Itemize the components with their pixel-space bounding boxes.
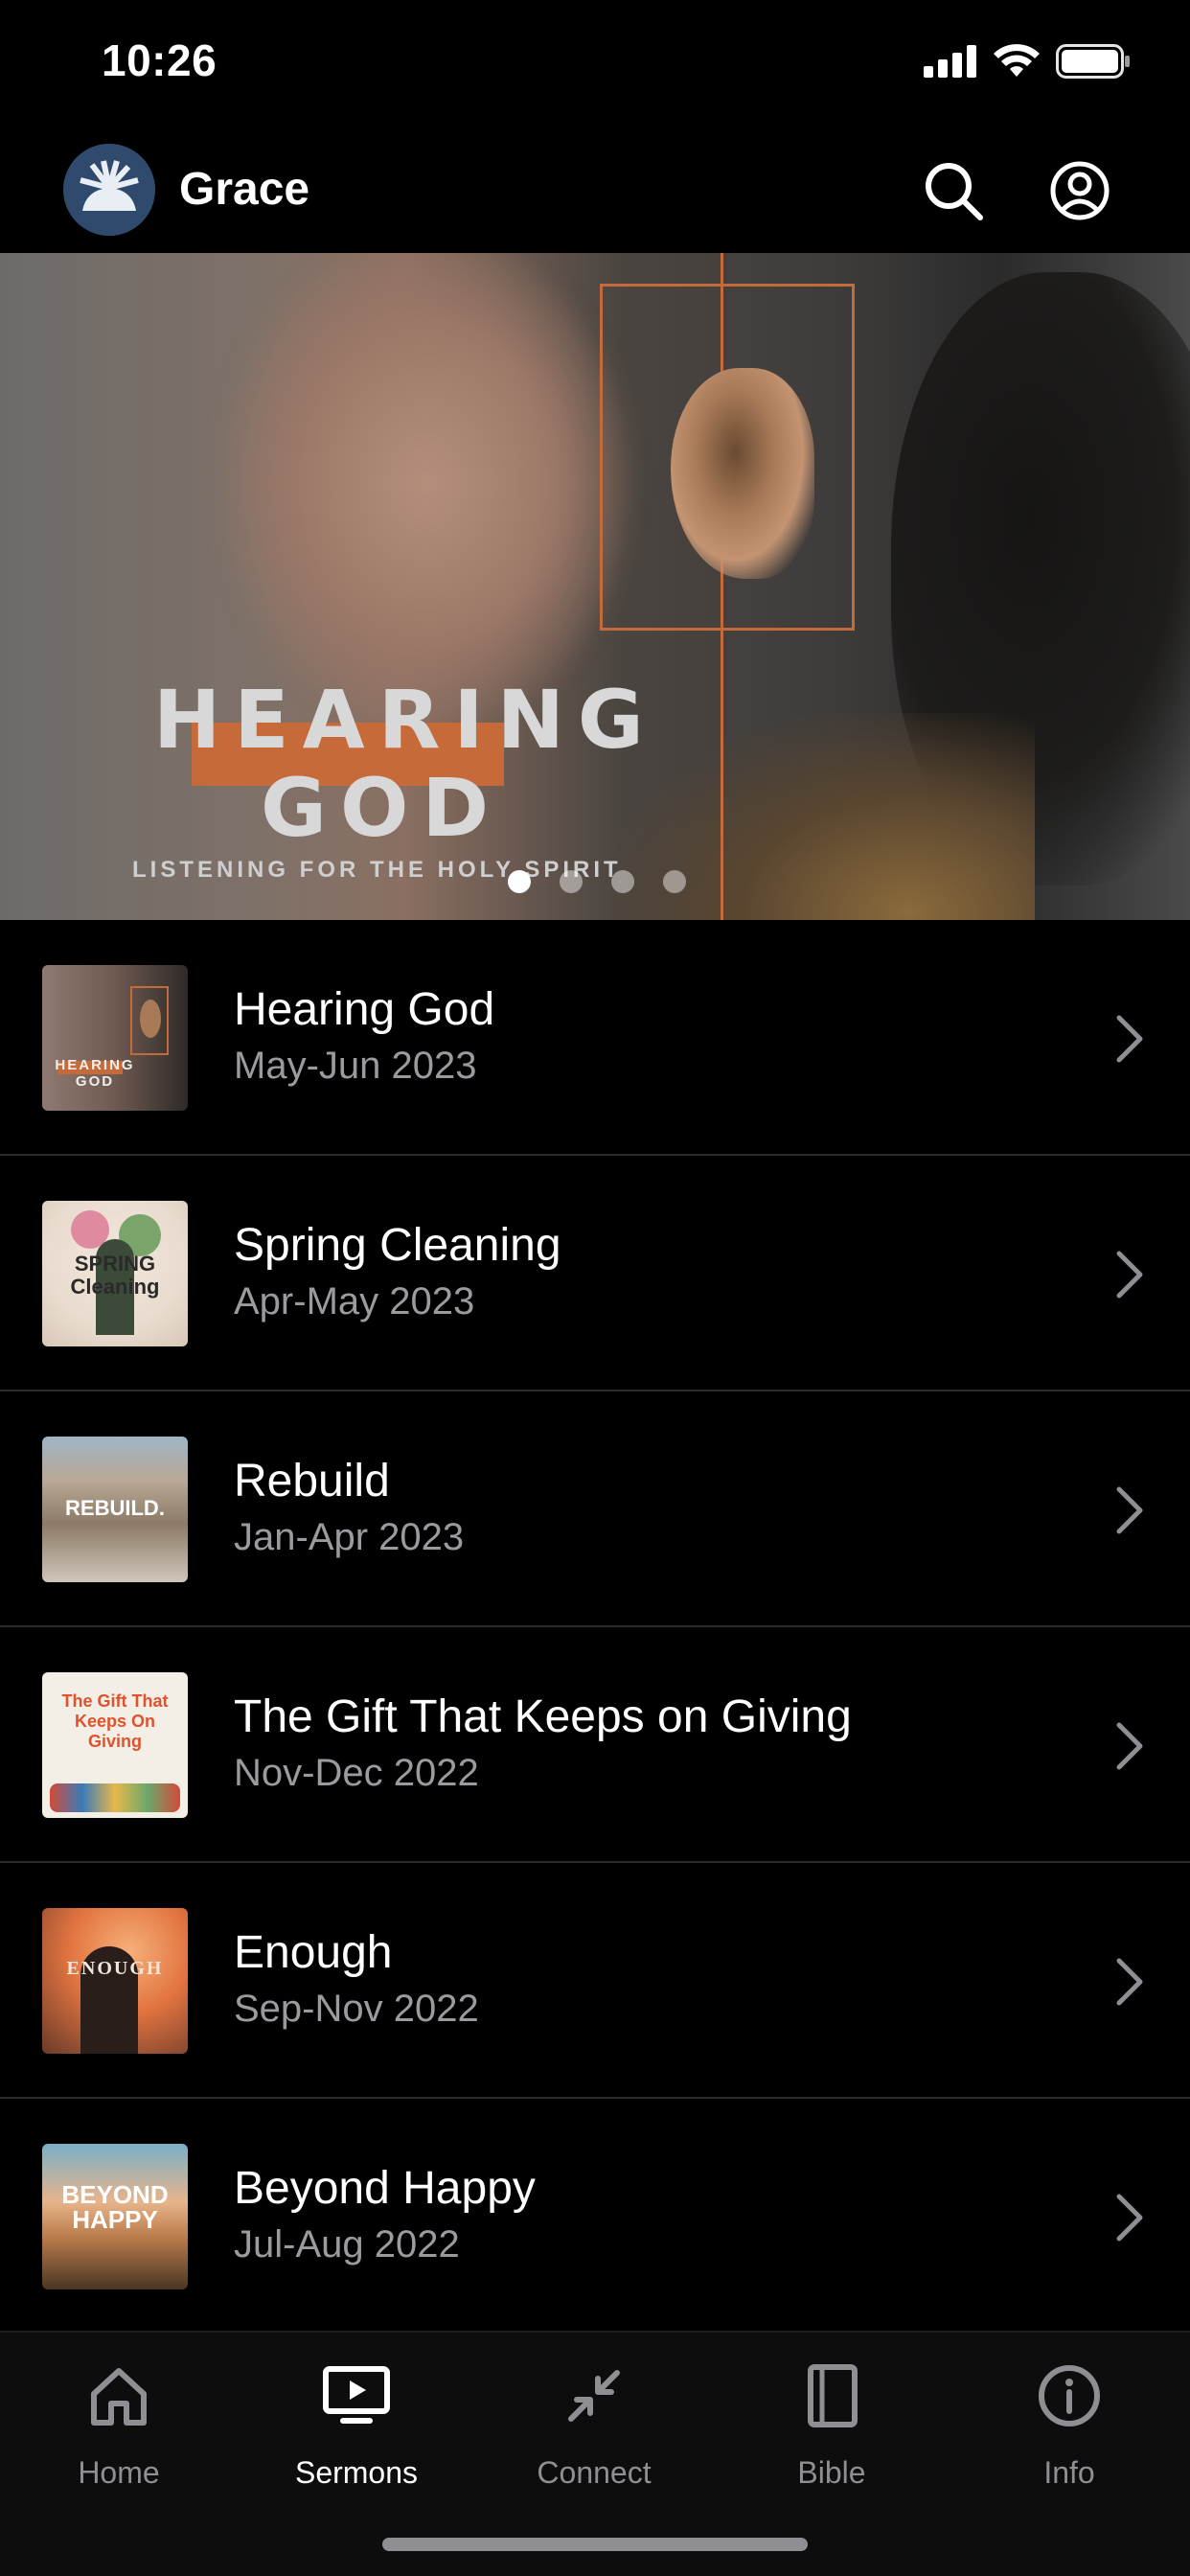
list-item[interactable]: HEARING GOD Hearing God May-Jun 2023 [0,920,1190,1156]
pager-dot[interactable] [611,870,634,893]
hero-title-line-2: GOD [261,761,503,855]
list-item[interactable]: SPRING Cleaning Spring Cleaning Apr-May … [0,1156,1190,1392]
carousel-pager[interactable] [508,870,686,893]
tab-bible[interactable]: Bible [736,2361,927,2505]
search-icon [926,163,983,220]
tab-sermons[interactable]: Sermons [261,2361,452,2505]
status-bar: 10:26 [0,0,1190,130]
series-dates: Jul-Aug 2022 [234,2223,460,2266]
series-title: Beyond Happy [234,2163,536,2214]
chevron-right-icon [1116,1958,1143,2006]
series-thumbnail: SPRING Cleaning [42,1201,188,1346]
status-icons [924,44,1131,79]
series-dates: Sep-Nov 2022 [234,1988,479,2030]
cellular-signal-icon [924,45,976,78]
series-title: Enough [234,1927,393,1978]
sermon-series-list: HEARING GOD Hearing God May-Jun 2023 SPR… [0,920,1190,2334]
list-item[interactable]: ENOUGH Enough Sep-Nov 2022 [0,1863,1190,2099]
chevron-right-icon [1116,1015,1143,1063]
series-title: The Gift That Keeps on Giving [234,1691,852,1742]
hero-blurred-face [220,253,632,732]
search-button[interactable] [920,157,987,224]
chevron-right-icon [1116,1251,1143,1299]
tab-label: Sermons [294,2455,419,2490]
home-icon [91,2368,147,2426]
pager-dot[interactable] [663,870,686,893]
series-thumbnail: ENOUGH [42,1908,188,2054]
series-dates: Nov-Dec 2022 [234,1752,479,1794]
status-time: 10:26 [102,35,217,85]
pager-dot[interactable] [560,870,583,893]
tab-home[interactable]: Home [23,2361,215,2505]
hero-title-line-1: HEARING [153,673,657,767]
tab-label: Info [1043,2455,1095,2490]
tab-connect[interactable]: Connect [498,2361,690,2505]
tab-label: Connect [537,2455,652,2490]
series-dates: May-Jun 2023 [234,1045,477,1087]
app-header: Grace [0,140,1190,253]
tab-label: Bible [797,2455,866,2490]
featured-series-banner[interactable]: HEARING GOD LISTENING FOR THE HOLY SPIRI… [0,253,1190,920]
hero-accent-frame [600,284,855,631]
list-item[interactable]: BEYOND HAPPY Beyond Happy Jul-Aug 2022 [0,2099,1190,2334]
series-title: Spring Cleaning [234,1220,561,1271]
info-icon [1039,2365,1100,2426]
list-item[interactable]: The Gift That Keeps On Giving The Gift T… [0,1627,1190,1863]
wifi-icon [994,44,1040,77]
chevron-right-icon [1116,1486,1143,1534]
user-circle-icon [1050,161,1110,220]
list-item[interactable]: REBUILD. Rebuild Jan-Apr 2023 [0,1392,1190,1627]
series-dates: Jan-Apr 2023 [234,1516,465,1558]
series-title: Hearing God [234,984,495,1035]
tv-play-icon [323,2366,390,2424]
chevron-right-icon [1116,2194,1143,2242]
series-thumbnail: REBUILD. [42,1437,188,1582]
series-thumbnail: HEARING GOD [42,965,188,1111]
chevron-right-icon [1116,1722,1143,1770]
brand-name: Grace [179,164,310,215]
home-indicator[interactable] [382,2538,808,2551]
tab-label: Home [78,2455,160,2490]
battery-icon [1056,44,1130,79]
grace-logo-icon[interactable] [63,144,155,236]
pager-dot[interactable] [508,870,531,893]
series-title: Rebuild [234,1456,390,1506]
series-thumbnail: The Gift That Keeps On Giving [42,1672,188,1818]
series-dates: Apr-May 2023 [234,1280,475,1322]
profile-button[interactable] [1046,157,1113,224]
connect-arrows-icon [568,2370,620,2422]
tab-info[interactable]: Info [973,2361,1165,2505]
series-thumbnail: BEYOND HAPPY [42,2144,188,2289]
book-icon [808,2364,858,2427]
